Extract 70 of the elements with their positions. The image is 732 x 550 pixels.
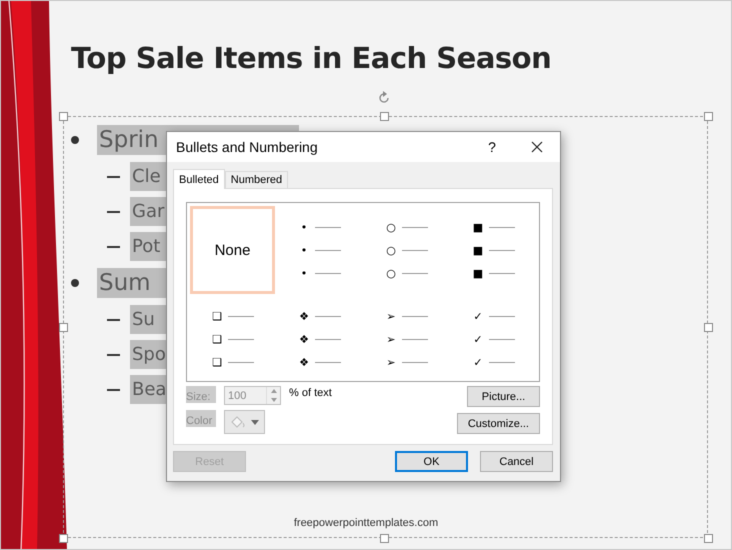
dash-icon (107, 388, 120, 390)
resize-handle[interactable] (59, 323, 68, 332)
resize-handle[interactable] (704, 112, 713, 121)
resize-handle[interactable] (59, 112, 68, 121)
bullet-symbol: ❑ (211, 332, 223, 346)
bullet-text: Spo (132, 344, 166, 365)
dash-icon (107, 246, 120, 248)
bullet-symbol: • (300, 220, 308, 234)
help-button[interactable]: ? (470, 139, 514, 155)
bullet-symbol: ❖ (298, 332, 310, 346)
resize-handle[interactable] (380, 534, 389, 543)
bullet-symbol: ❑ (211, 310, 223, 322)
bullet-style-option[interactable]: ❑ ❑ ❑ (190, 296, 275, 382)
bullet-symbol: ❖ (298, 356, 310, 368)
dash-icon (107, 176, 120, 178)
dash-icon (107, 318, 120, 320)
bullet-symbol: ➢ (385, 332, 397, 346)
bullet-style-option[interactable]: ❖ ❖ ❖ (277, 296, 362, 382)
bullet-symbol: ➢ (385, 310, 397, 322)
bullet-text: Bea (132, 379, 166, 400)
paint-bucket-icon (229, 415, 247, 429)
bullet-style-option[interactable]: • • • (277, 206, 362, 294)
resize-handle[interactable] (380, 112, 389, 121)
bullet-symbol: ❖ (298, 310, 310, 322)
dialog-button[interactable]: Picture... (467, 386, 540, 407)
bullet-text: Su (132, 309, 155, 330)
bullet-text: Sprin (99, 127, 159, 153)
footer-text: freepowerpointtemplates.com (292, 517, 440, 529)
bullet-text: Sum (99, 270, 151, 296)
bullet-symbol: ❑ (211, 356, 223, 368)
dash-icon (107, 210, 120, 212)
dialog-title: Bullets and Numbering (176, 139, 319, 155)
bullet-symbol: • (300, 244, 308, 256)
dash-icon (107, 354, 120, 356)
resize-handle[interactable] (704, 534, 713, 543)
bullet-style-option[interactable]: ✓ ✓ ✓ (451, 296, 536, 382)
bullet-symbol: ✓ (472, 356, 484, 368)
dialog-button[interactable]: Cancel (480, 451, 553, 472)
bullet-symbol: ■ (472, 266, 484, 280)
slide-title: Top Sale Items in Each Season (71, 41, 552, 75)
bullet-icon (71, 279, 79, 287)
resize-handle[interactable] (704, 323, 713, 332)
tab[interactable]: Bulleted (173, 169, 225, 189)
bullet-icon (71, 136, 79, 144)
color-label: Color (186, 410, 216, 427)
bullet-style-option[interactable]: ○ ○ ○ (364, 206, 449, 294)
bullet-symbol: ○ (385, 220, 397, 234)
dialog-button[interactable]: Customize... (456, 413, 540, 434)
bullet-symbol: ✓ (472, 332, 484, 346)
bullet-style-option[interactable]: ➢ ➢ ➢ (364, 296, 449, 382)
bullet-symbol: ■ (472, 220, 484, 234)
bullet-text: Gar (132, 201, 164, 222)
bullet-symbol: ○ (385, 244, 397, 256)
bullet-symbol: ✓ (472, 310, 484, 322)
bullet-symbol: ○ (385, 266, 397, 280)
dropdown-arrow-icon (251, 420, 259, 424)
tab[interactable]: Numbered (224, 171, 288, 188)
bullet-symbol: ➢ (385, 356, 397, 368)
bullet-text: Pot (132, 236, 160, 257)
rotate-handle-icon[interactable] (377, 91, 391, 105)
close-icon (531, 141, 543, 153)
bullet-symbol: • (300, 266, 308, 280)
bullet-style-option[interactable]: None (190, 206, 275, 294)
size-label: Size: (186, 386, 216, 403)
dialog-button[interactable]: OK (395, 451, 468, 472)
bullet-text: Cle (132, 166, 161, 187)
resize-handle[interactable] (59, 534, 68, 543)
bullet-style-option[interactable]: ■ ■ ■ (451, 206, 536, 294)
bullet-symbol: ■ (472, 244, 484, 256)
unit-label: % of text (289, 386, 332, 399)
